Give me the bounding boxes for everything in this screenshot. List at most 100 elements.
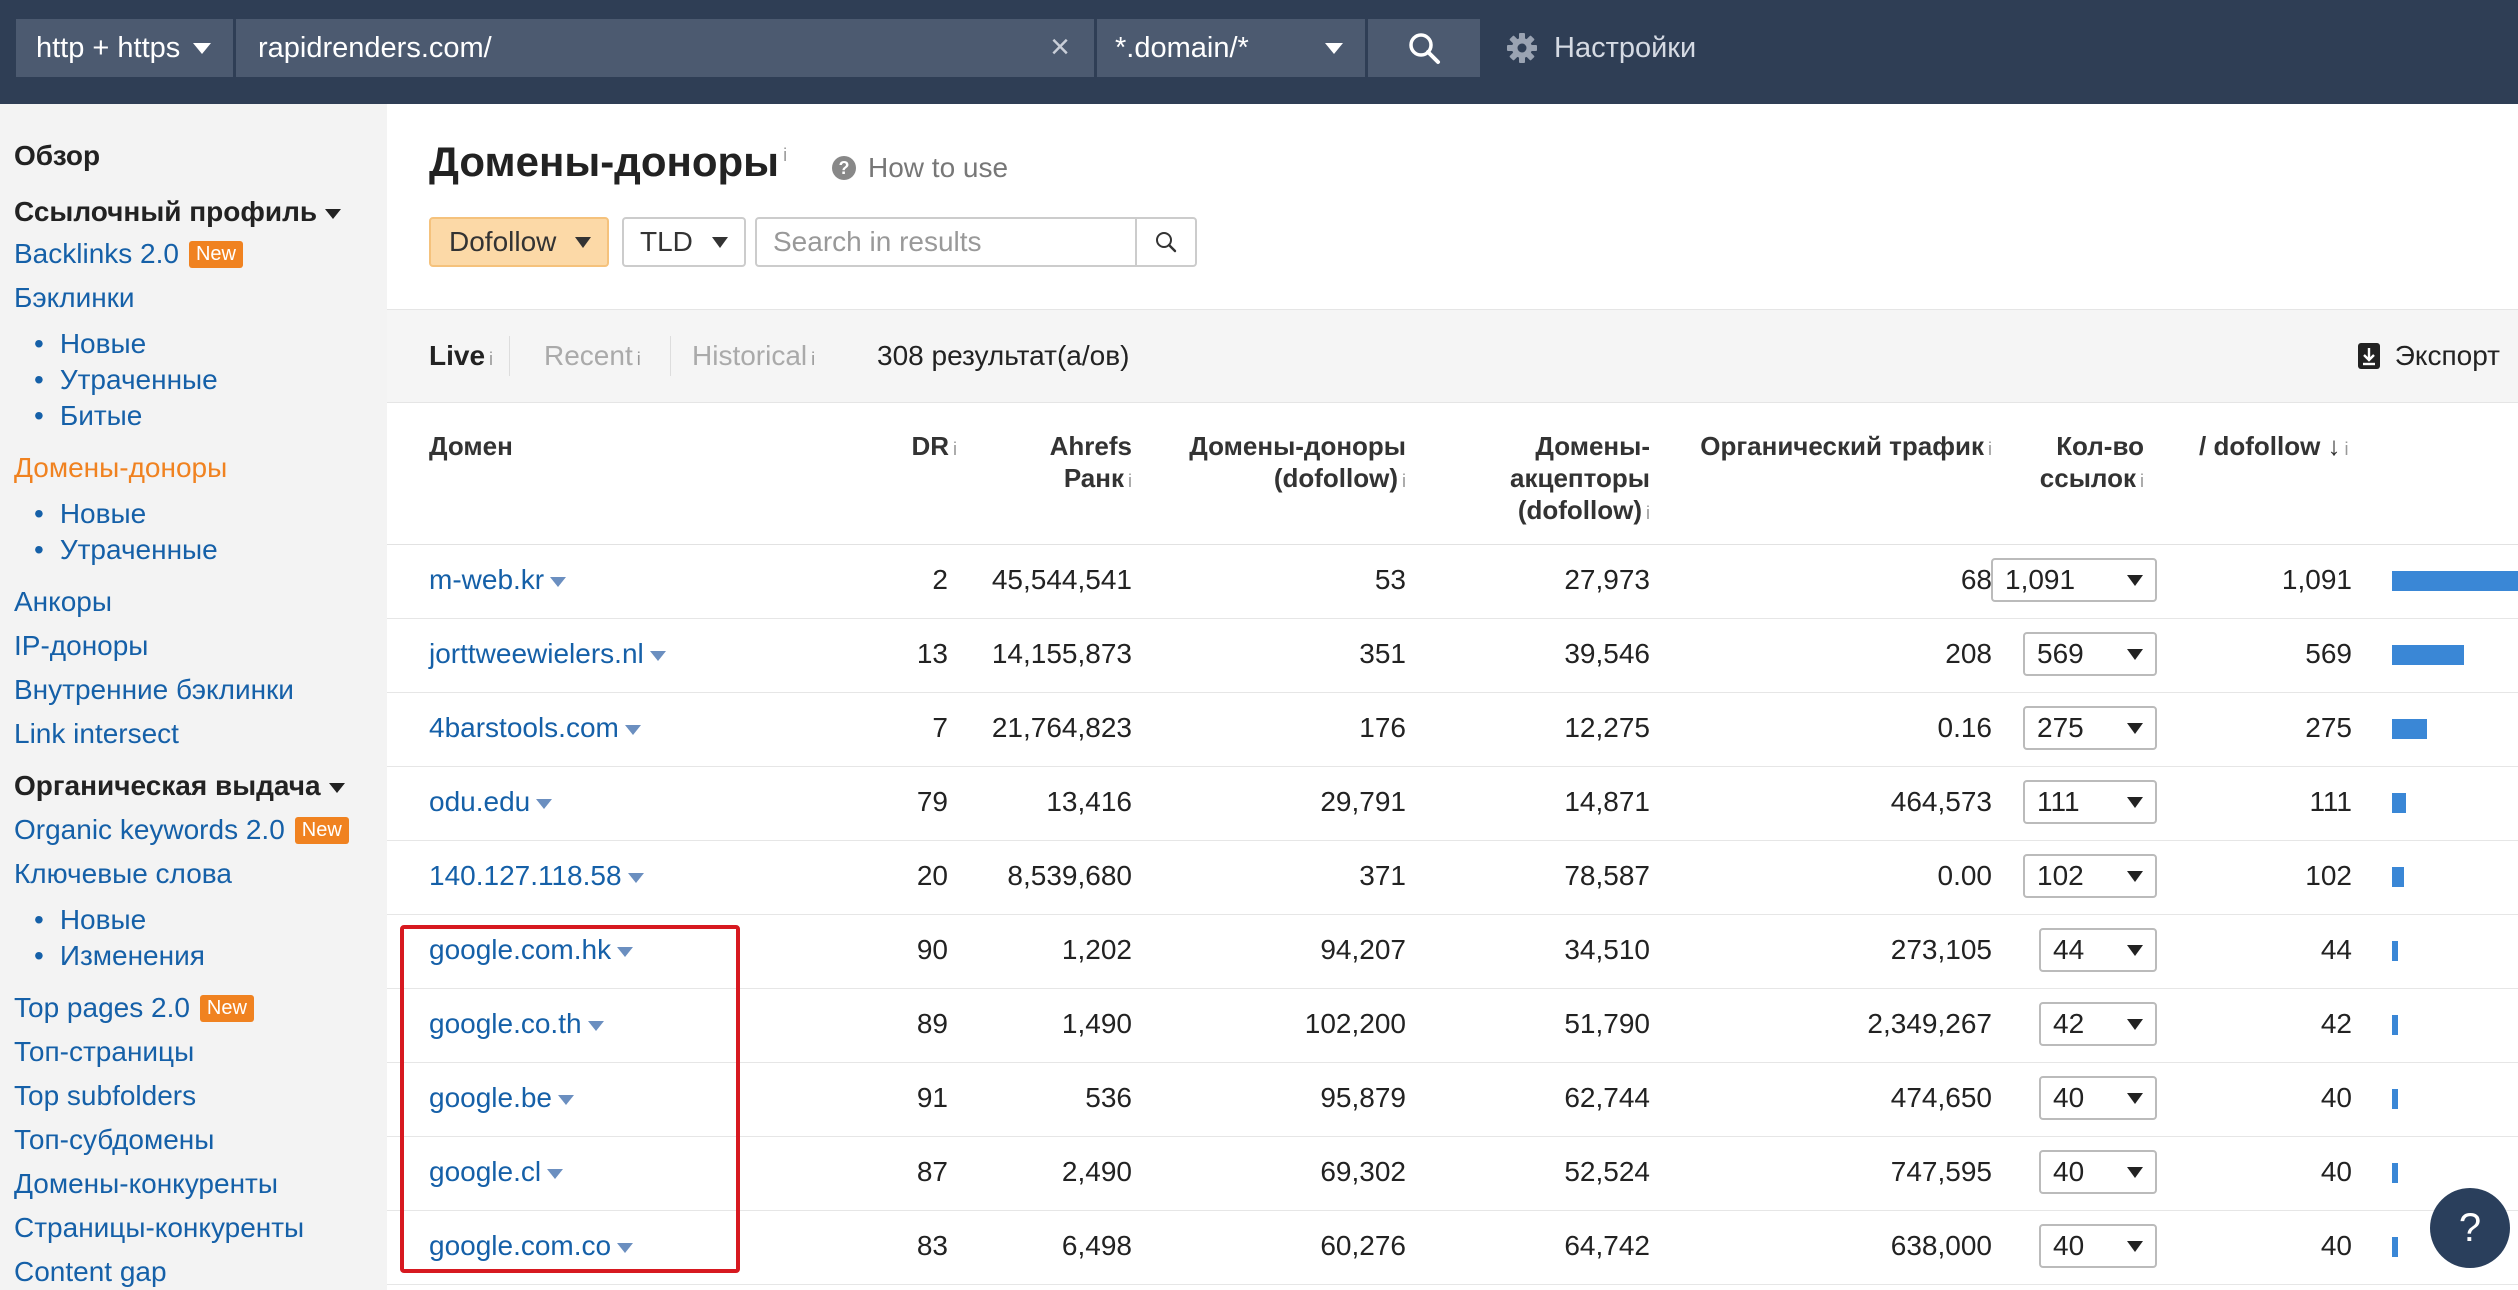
- domain-cell[interactable]: jorttweewielers.nl: [429, 638, 666, 670]
- chevron-down-icon[interactable]: [558, 1094, 575, 1105]
- domain-cell[interactable]: odu.edu: [429, 786, 553, 818]
- chevron-down-icon[interactable]: [624, 724, 641, 735]
- col-dofollow[interactable]: / dofollow ↓ i: [2199, 430, 2349, 465]
- col-ahrefs-rank[interactable]: Ahrefs Ранк i: [1050, 430, 1132, 497]
- sidebar-item[interactable]: Content gap: [14, 1256, 167, 1288]
- help-button[interactable]: ?: [2430, 1188, 2510, 1268]
- domain-cell[interactable]: google.com.co: [429, 1230, 634, 1262]
- chevron-down-icon[interactable]: [547, 1168, 564, 1179]
- sidebar-item[interactable]: Изменения: [34, 940, 205, 972]
- sidebar-item[interactable]: Новые: [34, 498, 146, 530]
- sidebar-item[interactable]: Обзор: [14, 140, 100, 172]
- dofollow-filter[interactable]: Dofollow: [429, 217, 609, 267]
- sidebar-item[interactable]: Топ-страницы: [14, 1036, 194, 1068]
- ahrefs-rank-cell: 2,490: [1061, 1156, 1132, 1187]
- links-select[interactable]: 44: [2039, 928, 2157, 972]
- url-input[interactable]: rapidrenders.com/ ×: [236, 19, 1094, 77]
- links-select[interactable]: 40: [2039, 1076, 2157, 1120]
- links-select[interactable]: 569: [2023, 632, 2157, 676]
- domain-link[interactable]: google.com.hk: [429, 934, 611, 965]
- col-organic-traffic[interactable]: Органический трафик i: [1700, 430, 1992, 465]
- chevron-down-icon[interactable]: [649, 650, 666, 661]
- chevron-down-icon[interactable]: [617, 946, 634, 957]
- dofollow-cell: 40: [2320, 1156, 2352, 1187]
- page-title-text: Домены-доноры: [429, 138, 780, 185]
- chevron-down-icon[interactable]: [587, 1020, 604, 1031]
- tab-recent[interactable]: Recent i: [544, 340, 641, 372]
- tab-live[interactable]: Live i: [429, 340, 493, 372]
- sidebar-item[interactable]: Утраченные: [34, 534, 218, 566]
- domain-cell[interactable]: google.co.th: [429, 1008, 604, 1040]
- domain-cell[interactable]: 4barstools.com: [429, 712, 641, 744]
- domain-link[interactable]: 140.127.118.58: [429, 860, 622, 891]
- col-referring-domains[interactable]: Домены-доноры (dofollow) i: [1189, 430, 1406, 497]
- domain-cell[interactable]: google.be: [429, 1082, 575, 1114]
- dr-cell: 20: [916, 860, 948, 891]
- col-links[interactable]: Кол-во ссылок i: [2040, 430, 2144, 497]
- sidebar-item[interactable]: Топ-субдомены: [14, 1124, 214, 1156]
- results-search-button[interactable]: [1135, 219, 1195, 265]
- results-search-input[interactable]: [757, 225, 1155, 259]
- export-button[interactable]: Экспорт: [2357, 340, 2500, 372]
- how-to-use-link[interactable]: ? How to use: [832, 152, 1008, 184]
- chevron-down-icon[interactable]: [627, 872, 644, 883]
- domain-link[interactable]: odu.edu: [429, 786, 530, 817]
- sidebar-item[interactable]: Анкоры: [14, 586, 112, 618]
- domain-link[interactable]: m-web.kr: [429, 564, 544, 595]
- chevron-down-icon[interactable]: [536, 798, 553, 809]
- sidebar-item[interactable]: Новые: [34, 904, 146, 936]
- search-button[interactable]: [1368, 19, 1480, 77]
- domain-link[interactable]: google.co.th: [429, 1008, 582, 1039]
- settings-button[interactable]: Настройки: [1506, 19, 1696, 77]
- domain-link[interactable]: 4barstools.com: [429, 712, 619, 743]
- protocol-select[interactable]: http + https: [16, 19, 233, 77]
- sidebar-item[interactable]: Бэклинки: [14, 282, 135, 314]
- links-select[interactable]: 275: [2023, 706, 2157, 750]
- mode-select[interactable]: *.domain/*: [1097, 19, 1365, 77]
- col-dr[interactable]: DR i: [911, 430, 957, 465]
- links-select[interactable]: 42: [2039, 1002, 2157, 1046]
- sidebar-item[interactable]: Домены-доноры: [14, 452, 227, 484]
- sidebar-item[interactable]: Домены-конкуренты: [14, 1168, 278, 1200]
- links-select[interactable]: 1,091: [1991, 558, 2157, 602]
- domain-cell[interactable]: google.com.hk: [429, 934, 634, 966]
- sidebar-item[interactable]: Ссылочный профиль: [14, 196, 342, 228]
- domain-link[interactable]: google.cl: [429, 1156, 541, 1187]
- sidebar-item[interactable]: Утраченные: [34, 364, 218, 396]
- sidebar-item[interactable]: Backlinks 2.0 New: [14, 238, 243, 270]
- sidebar-item[interactable]: Органическая выдача: [14, 770, 345, 802]
- domain-link[interactable]: google.com.co: [429, 1230, 611, 1261]
- sidebar-item[interactable]: Новые: [34, 328, 146, 360]
- referring-domains-cell: 29,791: [1320, 786, 1406, 817]
- help-icon: ?: [832, 156, 856, 180]
- sidebar-item[interactable]: Organic keywords 2.0 New: [14, 814, 349, 846]
- domain-cell[interactable]: 140.127.118.58: [429, 860, 644, 892]
- links-select[interactable]: 40: [2039, 1224, 2157, 1268]
- domain-cell[interactable]: m-web.kr: [429, 564, 567, 596]
- sidebar-item[interactable]: Link intersect: [14, 718, 179, 750]
- sidebar-item[interactable]: Top subfolders: [14, 1080, 196, 1112]
- sidebar-item[interactable]: IP-доноры: [14, 630, 148, 662]
- sidebar-item[interactable]: Страницы-конкуренты: [14, 1212, 304, 1244]
- close-icon[interactable]: ×: [1050, 30, 1070, 64]
- chevron-down-icon[interactable]: [617, 1242, 634, 1253]
- chevron-down-icon: [325, 208, 342, 219]
- tab-historical[interactable]: Historical i: [692, 340, 815, 372]
- domain-cell[interactable]: google.cl: [429, 1156, 564, 1188]
- sidebar-item[interactable]: Внутренние бэклинки: [14, 674, 294, 706]
- domain-link[interactable]: jorttweewielers.nl: [429, 638, 644, 669]
- chevron-down-icon[interactable]: [550, 576, 567, 587]
- col-domain[interactable]: Домен: [429, 430, 513, 462]
- sidebar-item[interactable]: Ключевые слова: [14, 858, 232, 890]
- sidebar-item[interactable]: Top pages 2.0 New: [14, 992, 254, 1024]
- tld-filter[interactable]: TLD: [622, 217, 746, 267]
- info-icon[interactable]: i: [783, 145, 787, 165]
- links-select[interactable]: 40: [2039, 1150, 2157, 1194]
- links-select[interactable]: 102: [2023, 854, 2157, 898]
- sidebar-item[interactable]: Битые: [34, 400, 143, 432]
- domain-link[interactable]: google.be: [429, 1082, 552, 1113]
- links-select[interactable]: 111: [2023, 780, 2157, 824]
- sidebar-item-label: IP-доноры: [14, 630, 149, 661]
- col-linked-domains[interactable]: Домены- акцепторы (dofollow) i: [1510, 430, 1650, 529]
- dofollow-cell: 102: [2305, 860, 2352, 891]
